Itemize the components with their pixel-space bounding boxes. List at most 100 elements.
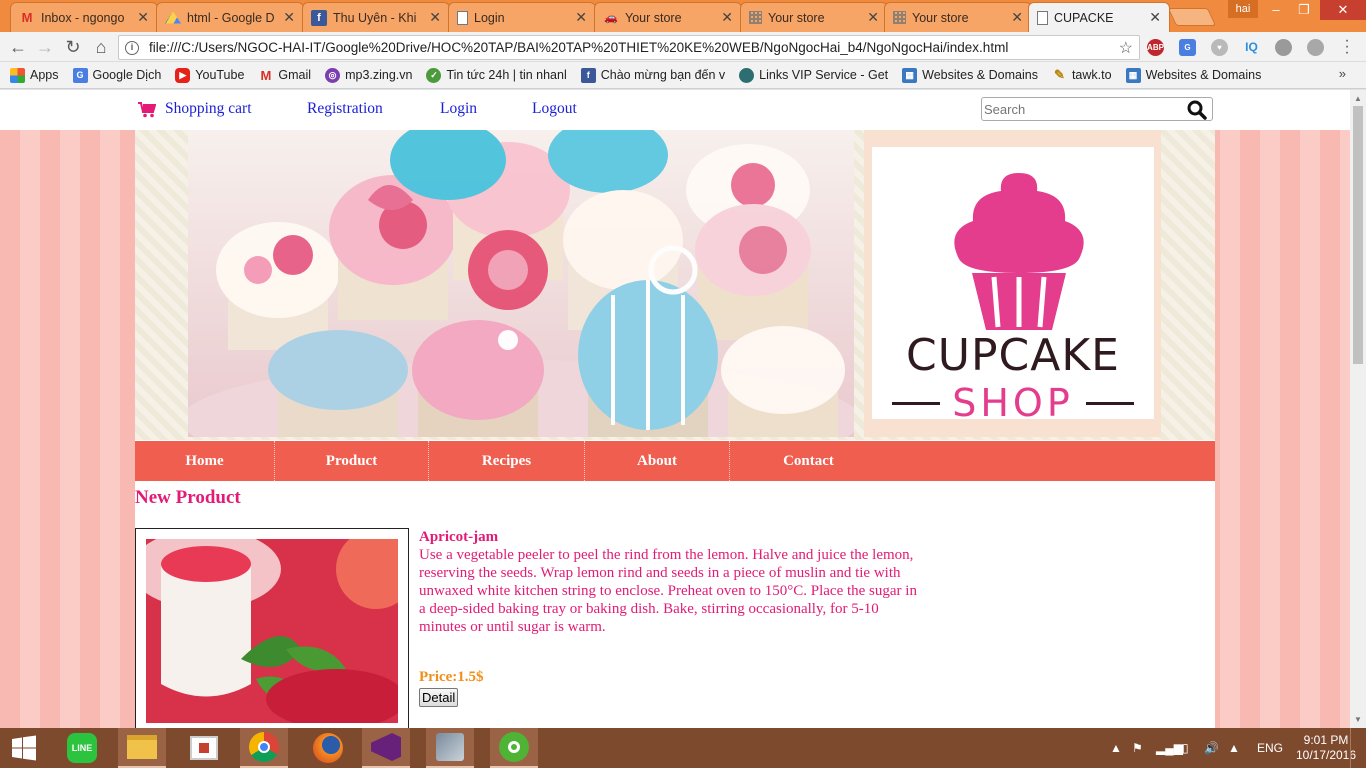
scroll-up-icon[interactable]: ▲ — [1354, 94, 1362, 103]
tab-title: Your store — [768, 10, 825, 25]
task-app-icon[interactable] — [180, 728, 228, 768]
google-translate-icon: G — [72, 67, 88, 83]
youtube-icon: ▶ — [175, 67, 191, 83]
tab-google-drive[interactable]: html - Google D ✕ — [156, 2, 304, 32]
tab-cupacke[interactable]: CUPACKE ✕ — [1028, 2, 1170, 32]
logo-subtitle: SHOP — [952, 381, 1074, 425]
chrome-icon[interactable] — [240, 728, 288, 768]
home-icon[interactable]: ⌂ — [91, 37, 111, 57]
back-icon[interactable]: ← — [8, 37, 28, 57]
bookmark-mp3-zing[interactable]: ◎ mp3.zing.vn — [325, 67, 412, 83]
restore-icon[interactable]: ❐ — [1290, 0, 1318, 20]
bookmark-gmail[interactable]: M Gmail — [258, 67, 312, 83]
bookmark-links-vip[interactable]: Links VIP Service - Get — [739, 67, 889, 83]
nav-recipes[interactable]: Recipes — [429, 441, 585, 481]
header-banner: CUPCAKE SHOP — [135, 130, 1215, 440]
tab-your-store-1[interactable]: 🚗 Your store ✕ — [594, 2, 742, 32]
iq-icon[interactable]: IQ — [1243, 39, 1260, 56]
bookmark-youtube[interactable]: ▶ YouTube — [175, 67, 244, 83]
bookmark-facebook[interactable]: f Chào mừng bạn đến v — [580, 67, 725, 83]
scrollbar-thumb[interactable] — [1353, 106, 1363, 364]
product-image[interactable] — [146, 539, 398, 723]
windows-start-icon[interactable] — [0, 728, 48, 768]
bookmark-google-dich[interactable]: G Google Dịch — [72, 67, 161, 83]
login-link[interactable]: Login — [440, 100, 477, 118]
bookmark-label: Apps — [30, 68, 59, 82]
tab-facebook[interactable]: f Thu Uyên - Khi ✕ — [302, 2, 450, 32]
nav-about[interactable]: About — [585, 441, 730, 481]
nav-home[interactable]: Home — [135, 441, 275, 481]
minimize-icon[interactable]: – — [1262, 0, 1290, 20]
vertical-scrollbar[interactable]: ▲ ▼ — [1350, 90, 1366, 728]
tab-inbox[interactable]: M Inbox - ngongo ✕ — [10, 2, 158, 32]
logout-link[interactable]: Logout — [532, 100, 577, 118]
tab-your-store-3[interactable]: Your store ✕ — [884, 2, 1032, 32]
flag-icon[interactable]: ⚑ — [1132, 728, 1143, 768]
scroll-down-icon[interactable]: ▼ — [1354, 715, 1362, 724]
grid-icon — [749, 11, 762, 24]
google-translate-icon[interactable]: G — [1179, 39, 1196, 56]
torrent-icon[interactable] — [490, 728, 538, 768]
main-navigation: Home Product Recipes About Contact — [135, 441, 1215, 481]
bookmark-websites-domains-2[interactable]: ▦ Websites & Domains — [1125, 67, 1261, 83]
nav-product[interactable]: Product — [275, 441, 429, 481]
shopping-cart-icon[interactable] — [138, 102, 156, 118]
tab-login[interactable]: Login ✕ — [448, 2, 596, 32]
language-indicator[interactable]: ENG — [1257, 728, 1283, 768]
tools-icon[interactable] — [426, 728, 474, 768]
adblock-plus-icon[interactable]: ABP — [1147, 39, 1164, 56]
volume-icon[interactable]: 🔊 — [1204, 728, 1219, 768]
gmail-icon: M — [260, 67, 272, 83]
line-icon[interactable]: LINE — [58, 728, 106, 768]
bookmark-label: Links VIP Service - Get — [759, 68, 889, 82]
bookmark-star-icon[interactable]: ☆ — [1119, 38, 1133, 58]
tab-your-store-2[interactable]: Your store ✕ — [740, 2, 888, 32]
search-icon[interactable] — [1186, 100, 1208, 120]
menu-icon[interactable]: · · · — [1340, 33, 1354, 61]
close-icon[interactable]: ✕ — [1011, 9, 1023, 26]
show-desktop-button[interactable] — [1350, 728, 1366, 768]
forward-icon[interactable]: → — [35, 37, 55, 57]
battery-icon[interactable]: ▯ — [1182, 728, 1189, 768]
bookmark-apps[interactable]: Apps — [10, 67, 59, 83]
close-window-icon[interactable]: ✕ — [1320, 0, 1366, 20]
bookmarks-overflow-icon[interactable]: » — [1339, 66, 1346, 81]
cupcake-shop-logo[interactable]: CUPCAKE SHOP — [872, 147, 1154, 423]
extension-icon[interactable] — [1275, 39, 1292, 56]
close-icon[interactable]: ✕ — [429, 9, 441, 26]
browser-tab-strip: M Inbox - ngongo ✕ html - Google D ✕ f T… — [0, 0, 1366, 32]
show-hidden-icons[interactable]: ▲ — [1110, 728, 1122, 768]
file-explorer-icon[interactable] — [118, 728, 166, 768]
bookmark-websites-domains[interactable]: ▦ Websites & Domains — [902, 67, 1038, 83]
google-drive-tray-icon[interactable]: ▲ — [1228, 728, 1240, 768]
url-text[interactable]: file:///C:/Users/NGOC-HAI-IT/Google%20Dr… — [149, 40, 1119, 55]
detail-button[interactable]: Detail — [419, 688, 459, 707]
close-icon[interactable]: ✕ — [1149, 9, 1161, 26]
close-icon[interactable]: ✕ — [283, 9, 295, 26]
logo-title: CUPCAKE — [906, 330, 1120, 381]
search-box — [981, 97, 1213, 121]
nav-contact[interactable]: Contact — [730, 441, 887, 481]
reload-icon[interactable]: ↻ — [63, 37, 83, 57]
heart-icon[interactable]: ♥ — [1211, 39, 1228, 56]
product-name[interactable]: Apricot-jam — [419, 529, 498, 546]
new-tab-button[interactable] — [1167, 8, 1217, 26]
search-input[interactable] — [984, 99, 1184, 119]
signal-icon[interactable]: ▂▄▆ — [1156, 728, 1183, 768]
visual-studio-icon[interactable] — [362, 728, 410, 768]
close-icon[interactable]: ✕ — [137, 9, 149, 26]
profile-badge[interactable]: hai — [1228, 0, 1258, 18]
tawk-icon: ✎ — [1054, 67, 1065, 82]
info-icon[interactable]: i — [125, 40, 139, 55]
bookmark-label: Gmail — [278, 68, 312, 82]
bookmark-tin-tuc[interactable]: ✓ Tin tức 24h | tin nhanl — [426, 67, 567, 83]
registration-link[interactable]: Registration — [307, 100, 383, 118]
close-icon[interactable]: ✕ — [721, 9, 733, 26]
drive-extension-icon[interactable] — [1307, 39, 1324, 56]
close-icon[interactable]: ✕ — [575, 9, 587, 26]
bookmark-tawk[interactable]: ✎ tawk.to — [1052, 67, 1112, 83]
close-icon[interactable]: ✕ — [867, 9, 879, 26]
shopping-cart-link[interactable]: Shopping cart — [165, 100, 252, 118]
address-bar[interactable]: i file:///C:/Users/NGOC-HAI-IT/Google%20… — [118, 35, 1140, 60]
firefox-icon[interactable] — [304, 728, 352, 768]
